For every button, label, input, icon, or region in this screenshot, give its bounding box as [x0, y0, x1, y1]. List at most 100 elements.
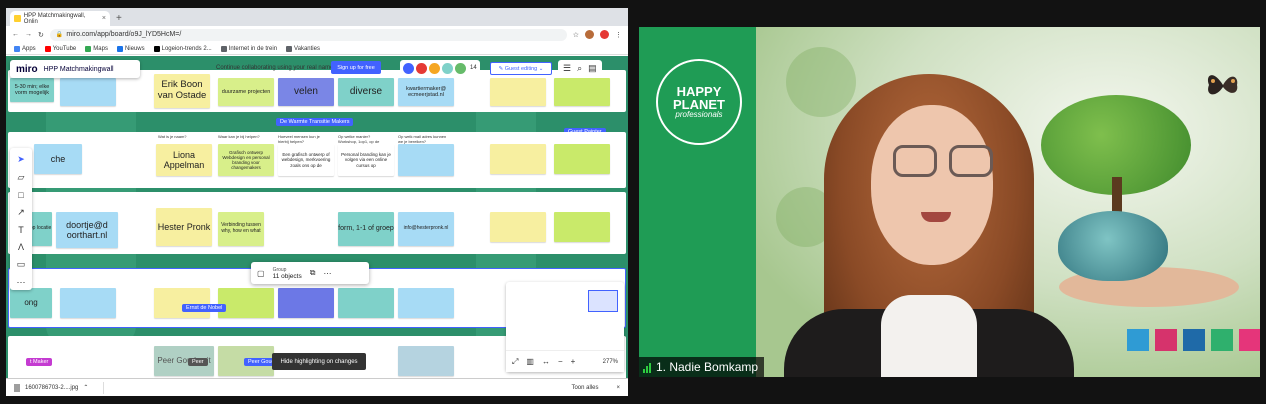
sticky-note[interactable]: diverse — [338, 78, 394, 106]
map-icon[interactable]: ▥ — [526, 357, 534, 366]
bookmark-item[interactable]: Apps — [14, 45, 36, 52]
avatar[interactable] — [442, 62, 453, 74]
zoom-controls: ⤢ ▥ ↔ − + 277% — [506, 350, 624, 372]
participant-video-tile[interactable]: HAPPY PLANET professionals 1. Nadie Bomk… — [639, 27, 1260, 377]
menu-icon[interactable]: ⋮ — [615, 31, 622, 39]
connector-arrow-icon[interactable]: ↗ — [17, 207, 25, 218]
sticky-note[interactable] — [554, 212, 610, 242]
sticky-note[interactable] — [398, 144, 454, 176]
sticky-note[interactable]: Erik Boon van Ostade — [154, 74, 210, 108]
profile-avatar[interactable] — [585, 30, 594, 39]
search-icon[interactable]: ⌕ — [577, 63, 582, 74]
sticky-note[interactable]: Liona Appelman — [156, 144, 212, 176]
butterfly-icon — [1207, 75, 1238, 95]
sticky-note-icon[interactable]: ▱ — [18, 172, 25, 183]
sticky-note[interactable]: Een grafisch ontwerp of webdesign, merkv… — [278, 144, 334, 176]
sticky-note[interactable]: ong — [10, 288, 52, 318]
sticky-note[interactable]: Grafisch ontwerp Webdesign en personal b… — [218, 144, 274, 176]
settings-sliders-icon[interactable]: ☰ — [563, 63, 571, 74]
sticky-note[interactable] — [490, 78, 546, 106]
close-download-bar-icon[interactable]: × — [616, 385, 620, 391]
bookmark-item[interactable]: YouTube — [44, 45, 76, 52]
sticky-note[interactable] — [60, 288, 116, 318]
brand-square — [1211, 329, 1233, 351]
forward-icon[interactable]: → — [25, 31, 32, 38]
sticky-note[interactable] — [338, 288, 394, 318]
sticky-note[interactable] — [154, 288, 210, 318]
participant-name-label: 1. Nadie Bomkamp — [639, 357, 765, 377]
board-right-tools: ☰ ⌕ ▤ — [558, 60, 602, 76]
sticky-note[interactable]: duurzame projecten — [218, 78, 274, 106]
zoom-in-button[interactable]: + — [571, 357, 576, 366]
frame-icon[interactable]: ▢ — [257, 269, 265, 278]
sticky-note[interactable]: form, 1-1 of groep — [338, 212, 394, 246]
bokeh-light — [786, 47, 856, 117]
happy-planet-logo: HAPPY PLANET professionals — [656, 59, 742, 145]
shape-icon[interactable]: □ — [18, 190, 23, 200]
bookmark-item[interactable]: Logeion-trends 2... — [153, 45, 212, 52]
avatar[interactable] — [403, 62, 414, 74]
sticky-note[interactable] — [398, 346, 454, 376]
tab-close-icon[interactable]: × — [102, 15, 106, 22]
fit-width-icon[interactable]: ↔ — [542, 357, 550, 366]
bookmark-item[interactable]: Vakanties — [286, 45, 320, 52]
more-options-icon[interactable]: ⋯ — [323, 269, 331, 278]
sticky-note[interactable]: Personal branding kan je volgen via een … — [338, 144, 394, 176]
notes-icon[interactable]: ▤ — [588, 63, 597, 74]
tab-miro-board[interactable]: HPP Matchmakingwall, Onlin × — [10, 11, 110, 26]
chevron-up-icon[interactable]: ⌃ — [83, 384, 88, 391]
sticky-note[interactable] — [218, 288, 274, 318]
download-bar: 1600786703-2....jpg ⌃ Toon alles × — [6, 378, 628, 396]
reload-icon[interactable]: ↻ — [38, 31, 44, 39]
show-all-downloads[interactable]: Toon alles — [571, 385, 598, 391]
avatar[interactable] — [429, 62, 440, 74]
sticky-note[interactable]: kwartiermaker@ ecmeerjstad.nl — [398, 78, 454, 106]
sticky-note[interactable]: 5-30 min; elke vorm mogelijk — [10, 78, 54, 102]
sticky-note[interactable]: doortje@d oorthart.nl — [56, 212, 118, 248]
sticky-note[interactable] — [60, 78, 116, 106]
avatar[interactable] — [455, 62, 466, 74]
more-icon[interactable]: ⋯ — [17, 277, 26, 288]
comment-icon[interactable]: ▭ — [17, 259, 26, 270]
fullscreen-icon[interactable]: ⤢ — [512, 357, 518, 367]
sticky-note[interactable]: Hester Pronk — [156, 208, 212, 246]
star-icon[interactable]: ☆ — [573, 31, 579, 39]
miro-logo[interactable]: miro — [16, 64, 38, 75]
person-face — [871, 105, 993, 265]
sticky-note[interactable] — [398, 288, 454, 318]
url-field[interactable]: 🔒 miro.com/app/board/o9J_lYD5HcM=/ — [49, 28, 567, 41]
select-cursor-icon[interactable]: ➤ — [17, 154, 25, 165]
sticky-note[interactable]: che — [34, 144, 82, 174]
participant-avatars[interactable]: 14 — [400, 60, 480, 76]
bookmark-item[interactable]: Nieuws — [116, 45, 145, 52]
sticky-note[interactable] — [490, 144, 546, 174]
sticky-note[interactable] — [490, 212, 546, 242]
board-name[interactable]: HPP Matchmakingwall — [44, 66, 114, 73]
downloaded-file[interactable]: 1600786703-2....jpg ⌃ — [14, 381, 104, 394]
sticky-note[interactable] — [554, 78, 610, 106]
bookmark-item[interactable]: Internet in de trein — [220, 45, 277, 52]
guest-editing-button[interactable]: ✎ Guest editing ⌄ — [490, 62, 552, 75]
text-icon[interactable]: T — [18, 225, 24, 235]
zoom-out-button[interactable]: − — [558, 357, 563, 366]
new-tab-button[interactable]: + — [116, 13, 122, 24]
miro-favicon-icon — [14, 15, 21, 22]
audio-signal-icon — [643, 362, 651, 373]
signup-button[interactable]: Sign up for free — [331, 61, 381, 74]
ungroup-icon[interactable]: ⧉ — [310, 268, 316, 278]
sticky-note[interactable] — [554, 144, 610, 174]
back-icon[interactable]: ← — [12, 31, 19, 38]
minimap-viewport[interactable] — [588, 290, 618, 312]
extension-icon[interactable] — [600, 30, 609, 39]
sticky-note[interactable]: Verbinding tussen why, how en what — [218, 212, 264, 246]
pen-icon[interactable]: Λ — [18, 242, 24, 252]
sticky-note[interactable] — [278, 288, 334, 318]
glasses-icon — [949, 145, 993, 177]
zoom-level[interactable]: 277% — [603, 359, 618, 365]
sticky-note[interactable]: velen — [278, 78, 334, 106]
bookmark-item[interactable]: Maps — [85, 45, 108, 52]
miro-board-canvas[interactable]: Erik Boon van Ostade duurzame projecten … — [6, 56, 628, 378]
avatar[interactable] — [416, 62, 427, 74]
hide-highlighting-tooltip[interactable]: Hide highlighting on changes — [272, 353, 366, 370]
sticky-note[interactable]: info@hesterpronk.nl — [398, 212, 454, 246]
